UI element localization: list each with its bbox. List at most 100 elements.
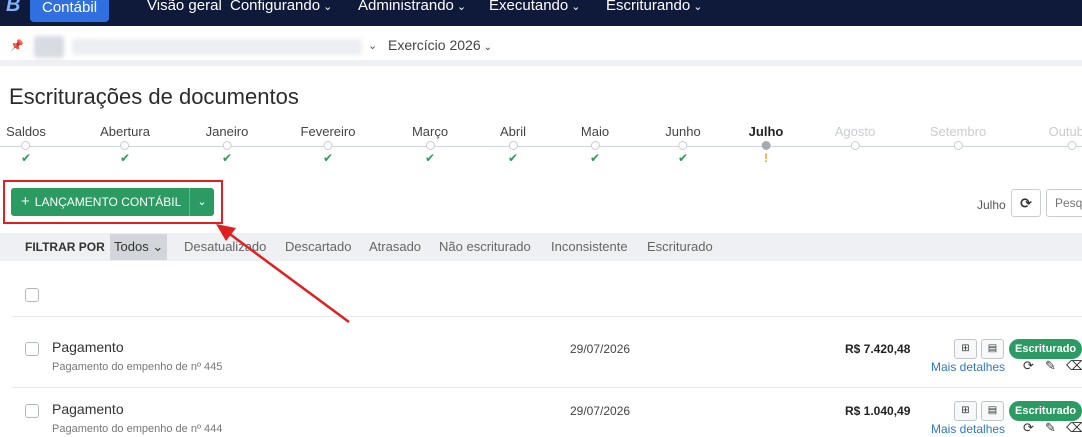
row-date: 29/07/2026 [570, 404, 631, 418]
check-icon: ✔ [221, 151, 233, 165]
entity-logo [34, 36, 64, 58]
filter-todos[interactable]: Todos ⌄ [110, 234, 168, 260]
hierarchy-icon[interactable]: ⊞ [954, 401, 977, 421]
timeline-dot [590, 141, 600, 150]
row-title: Pagamento [52, 401, 124, 417]
timeline-dot [120, 141, 130, 150]
chevron-down-icon: ⌄ [152, 239, 164, 254]
check-icon: ✔ [20, 151, 32, 165]
timeline-month[interactable]: Abertura ✔ [100, 124, 150, 165]
timeline-dot [508, 141, 518, 150]
table-row: Pagamento Pagamento do empenho de nº 444… [0, 396, 1082, 437]
timeline-month[interactable]: Outubro [1049, 124, 1082, 165]
filter-desatualizado[interactable]: Desatualizado [184, 239, 266, 254]
timeline-dot [761, 141, 771, 150]
timeline-month[interactable]: Maio ✔ [581, 124, 609, 165]
row-title: Pagamento [52, 339, 124, 355]
refresh-icon[interactable]: ⟳ [1023, 420, 1034, 436]
timeline-dot [323, 141, 333, 150]
brand-menu[interactable]: Contábil [30, 0, 110, 22]
timeline-month[interactable]: Setembro [930, 124, 986, 165]
timeline-month[interactable]: Agosto [835, 124, 875, 165]
filter-nao-escriturado[interactable]: Não escriturado [439, 239, 531, 254]
status-badge: Escriturado [1009, 401, 1082, 421]
timeline-month[interactable]: Saldos ✔ [6, 124, 46, 165]
lancamento-contabil-button[interactable]: + LANÇAMENTO CONTÁBIL [11, 188, 192, 216]
timeline-month-label: Março [411, 124, 449, 139]
filter-atrasado[interactable]: Atrasado [369, 239, 421, 254]
timeline-dot [850, 141, 860, 150]
check-icon: ✔ [507, 151, 519, 165]
divider [12, 316, 1082, 317]
edit-icon[interactable]: ✎ [1045, 358, 1056, 374]
filter-inconsistente[interactable]: Inconsistente [551, 239, 628, 254]
table-row: Pagamento Pagamento do empenho de nº 445… [0, 334, 1082, 386]
eraser-icon[interactable]: ⌫ [1066, 358, 1082, 374]
check-icon: ✔ [677, 151, 689, 165]
exercicio-selector[interactable]: Exercício 2026 ⌄ [388, 37, 492, 53]
timeline-month-label: Junho [665, 124, 701, 139]
filter-bar: FILTRAR POR Todos ⌄ Desatualizado Descar… [0, 233, 1082, 261]
timeline-month-label: Abril [499, 124, 527, 139]
more-details-link[interactable]: Mais detalhes [931, 360, 1005, 374]
refresh-icon[interactable]: ⟳ [1023, 358, 1034, 374]
row-description: Pagamento do empenho de nº 444 [52, 423, 223, 435]
more-details-link[interactable]: Mais detalhes [931, 422, 1005, 436]
select-all-checkbox[interactable] [25, 288, 39, 302]
timeline-dot [21, 141, 31, 150]
empty-mark [1049, 151, 1082, 165]
app-logo[interactable]: B [6, 0, 32, 20]
refresh-button[interactable]: ⟳ [1011, 189, 1041, 217]
row-amount: R$ 1.040,49 [845, 404, 911, 418]
top-nav: B Contábil Visão geral Configurando ⌄ Adm… [0, 0, 1082, 26]
timeline-month-label: Fevereiro [300, 124, 356, 139]
check-icon: ✔ [589, 151, 601, 165]
page-title: Escriturações de documentos [9, 84, 299, 109]
button-label: LANÇAMENTO CONTÁBIL [34, 195, 182, 209]
filter-label: FILTRAR POR [25, 240, 105, 254]
status-badge: Escriturado [1009, 339, 1082, 359]
nav-item-executando[interactable]: Executando ⌄ [489, 0, 580, 17]
timeline-line [0, 146, 1082, 147]
timeline-month[interactable]: Fevereiro ✔ [301, 124, 356, 165]
lancamento-dropdown-button[interactable]: ⌄ [189, 188, 214, 216]
timeline-dot [425, 141, 435, 150]
timeline-month-label: Julho [748, 124, 784, 139]
pin-icon[interactable]: 📌 [10, 39, 24, 52]
warning-icon: ! [763, 151, 768, 165]
chevron-down-icon: ⌄ [693, 1, 703, 13]
timeline-month[interactable]: Junho ✔ [665, 124, 700, 165]
timeline-month[interactable]: Janeiro ✔ [206, 124, 249, 165]
empty-mark [835, 151, 875, 165]
entity-name[interactable] [72, 39, 362, 55]
nav-item-administrando[interactable]: Administrando ⌄ [358, 0, 466, 17]
row-amount: R$ 7.420,48 [845, 342, 911, 356]
nav-item-visao-geral[interactable]: Visão geral [147, 0, 222, 16]
check-icon: ✔ [322, 151, 334, 165]
context-bar: 📌 ⌄ Exercício 2026 ⌄ [0, 26, 1082, 66]
search-input[interactable] [1046, 189, 1082, 217]
timeline-month-label: Saldos [6, 124, 46, 139]
timeline-month[interactable]: Abril ✔ [500, 124, 526, 165]
plus-icon: + [21, 193, 30, 210]
eraser-icon[interactable]: ⌫ [1066, 420, 1082, 436]
period-label: Julho [977, 198, 1006, 212]
row-checkbox[interactable] [25, 342, 39, 356]
timeline-dot [1067, 141, 1077, 150]
nav-item-configurando[interactable]: Configurando ⌄ [230, 0, 332, 17]
chevron-down-icon: ⌄ [197, 196, 207, 208]
filter-escriturado[interactable]: Escriturado [647, 239, 713, 254]
chevron-down-icon[interactable]: ⌄ [368, 39, 377, 52]
edit-icon[interactable]: ✎ [1045, 420, 1056, 436]
hierarchy-icon[interactable]: ⊞ [954, 339, 977, 359]
document-icon[interactable]: ▤ [981, 401, 1004, 421]
row-checkbox[interactable] [25, 404, 39, 418]
nav-item-escriturando[interactable]: Escriturando ⌄ [606, 0, 702, 17]
check-icon: ✔ [424, 151, 436, 165]
timeline-month[interactable]: Julho! [749, 124, 784, 165]
timeline-month-label: Setembro [929, 124, 987, 139]
timeline-month-label: Outubro [1048, 124, 1082, 139]
filter-descartado[interactable]: Descartado [285, 239, 351, 254]
document-icon[interactable]: ▤ [981, 339, 1004, 359]
timeline-month[interactable]: Março ✔ [412, 124, 448, 165]
